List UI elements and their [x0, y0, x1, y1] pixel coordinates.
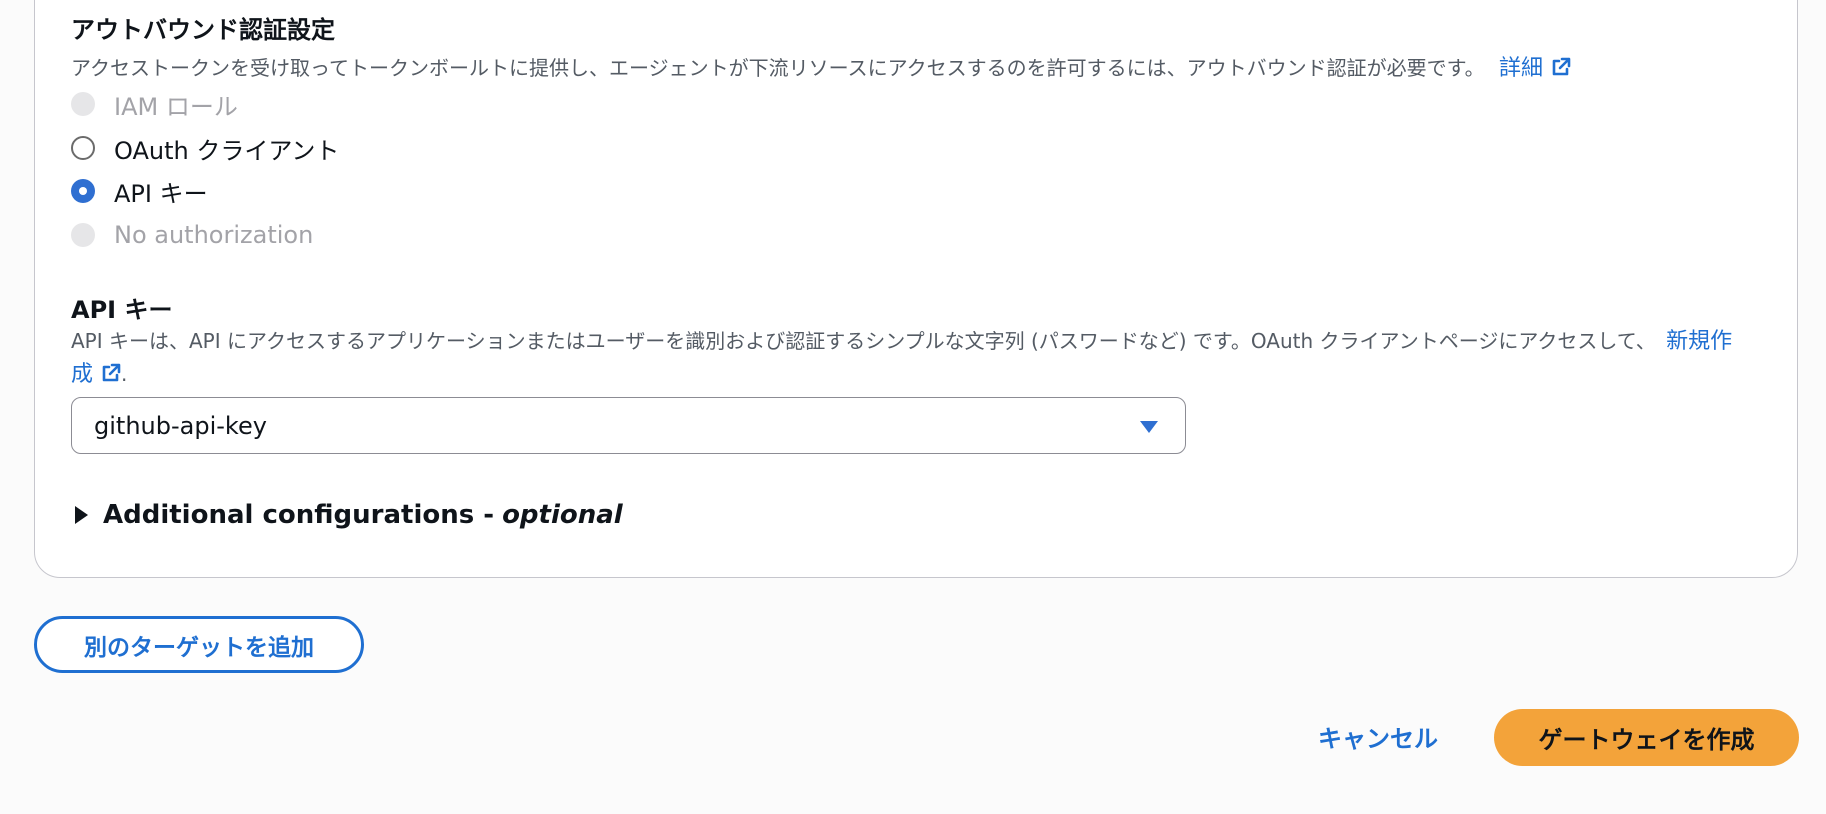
- radio-api-key[interactable]: API キー: [71, 176, 208, 208]
- create-gateway-button[interactable]: ゲートウェイを作成: [1494, 709, 1799, 766]
- radio-iam-role[interactable]: IAM ロール: [71, 89, 238, 121]
- description-period: .: [121, 362, 128, 386]
- radio-api-key-button[interactable]: [71, 179, 95, 203]
- radio-api-key-label: API キー: [114, 179, 208, 208]
- radio-iam-role-button[interactable]: [71, 92, 95, 116]
- details-link-label: 詳細: [1498, 56, 1543, 81]
- api-key-description: API キーは、API にアクセスするアプリケーションまたはユーザーを識別および…: [71, 325, 1741, 391]
- outbound-auth-title: アウトバウンド認証設定: [71, 16, 335, 44]
- api-key-description-text: API キーは、API にアクセスするアプリケーションまたはユーザーを識別および…: [71, 329, 1656, 353]
- api-key-select-value: github-api-key: [94, 411, 267, 440]
- caret-down-icon: [1140, 421, 1158, 433]
- external-link-icon: [102, 363, 121, 382]
- cancel-button[interactable]: キャンセル: [1300, 716, 1456, 756]
- additional-configurations-label: Additional configurations -: [103, 500, 495, 530]
- radio-iam-role-label: IAM ロール: [114, 92, 238, 121]
- radio-no-authorization-button[interactable]: [71, 223, 95, 247]
- details-link[interactable]: 詳細: [1499, 56, 1571, 81]
- radio-oauth-client-label: OAuth クライアント: [114, 136, 340, 165]
- target-config-card: [34, 0, 1798, 578]
- api-key-title: API キー: [71, 296, 173, 324]
- additional-configurations-toggle[interactable]: Additional configurations - optional: [73, 500, 623, 530]
- caret-right-icon: [75, 506, 88, 524]
- outbound-auth-description-text: アクセストークンを受け取ってトークンボールトに提供し、エージェントが下流リソース…: [71, 56, 1485, 80]
- outbound-auth-description: アクセストークンを受け取ってトークンボールトに提供し、エージェントが下流リソース…: [71, 50, 1571, 82]
- add-target-button[interactable]: 別のターゲットを追加: [34, 616, 364, 673]
- optional-label: optional: [502, 500, 623, 530]
- radio-oauth-client[interactable]: OAuth クライアント: [71, 133, 340, 165]
- external-link-icon: [1552, 57, 1571, 76]
- radio-no-authorization-label: No authorization: [114, 221, 314, 249]
- radio-oauth-client-button[interactable]: [71, 136, 95, 160]
- api-key-select[interactable]: github-api-key: [71, 397, 1186, 454]
- radio-no-authorization[interactable]: No authorization: [71, 220, 313, 250]
